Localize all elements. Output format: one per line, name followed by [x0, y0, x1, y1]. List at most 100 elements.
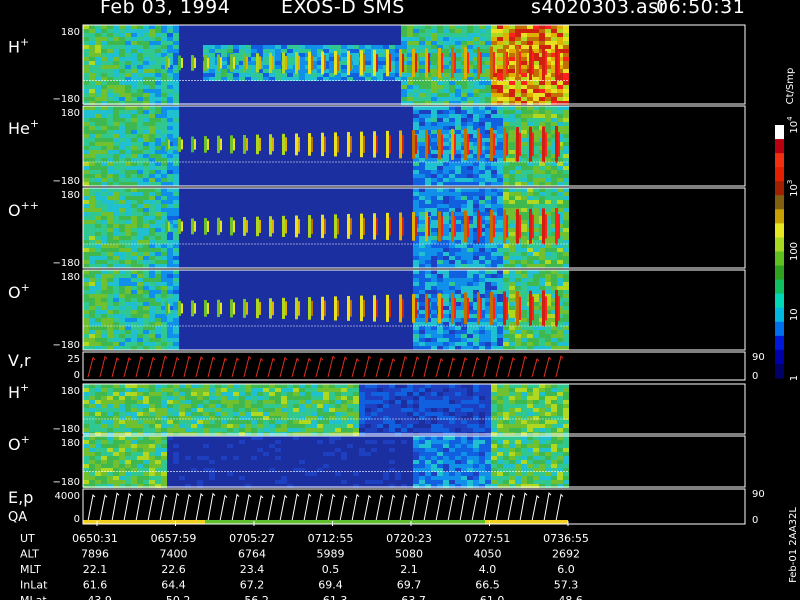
chart-canvas: H+180−180He+180−180O++180−180O+180−180V,…	[8, 24, 800, 600]
panel-0	[82, 24, 746, 105]
axis-row-mlat-value: −43.9	[78, 594, 112, 600]
axis-row-mlat-value: −48.6	[549, 594, 583, 600]
colorbar	[775, 125, 784, 379]
axis-row-alt-value: 5989	[317, 548, 345, 561]
panel-4-bg	[83, 352, 745, 380]
colorbar-swatch	[775, 265, 784, 281]
panel-5-label: H+	[8, 381, 29, 402]
panel-1	[82, 105, 746, 187]
panel-6-label: O+	[8, 433, 30, 454]
panel-4	[82, 351, 746, 381]
panel-label-sup: +	[20, 36, 29, 49]
panel-label-sup: +	[20, 381, 29, 394]
qa-bar-good	[205, 520, 485, 524]
colorbar-swatch	[775, 223, 784, 238]
panel-0-label: H+	[8, 36, 29, 57]
colorbar-tick-base: 10	[789, 121, 800, 134]
panel-7-rtick-bottom: 0	[752, 515, 758, 526]
colorbar-swatch	[775, 335, 784, 351]
axis-row-ut-value: 0657:59	[151, 532, 197, 545]
panel-6-ytick-top: 180	[61, 438, 80, 449]
axis-row-inlat-value: 67.2	[240, 579, 265, 592]
panel-label-base: O	[8, 283, 21, 302]
panel-label-base: O	[8, 201, 21, 220]
axis-row-mlt-value: 0.5	[322, 563, 340, 576]
colorbar-swatch	[775, 321, 784, 337]
axis-row-mlat-value: −61.3	[314, 594, 348, 600]
colorbar-label: Ct/Smp	[785, 68, 796, 105]
panel-label-sup: +	[21, 433, 30, 446]
axis-row-ut-label: UT	[20, 532, 35, 545]
footer-note: Feb-01 2AA32L	[788, 507, 799, 583]
axis-row-mlt-value: 2.1	[400, 563, 418, 576]
axis-row-ut-value: 0736:55	[543, 532, 589, 545]
axis-row-inlat-value: 64.4	[161, 579, 186, 592]
panel-7-bg	[83, 489, 745, 524]
panel-label-sup: +	[30, 117, 39, 130]
panel-2-ytick-bottom: −180	[53, 258, 80, 269]
colorbar-swatch	[775, 307, 784, 323]
colorbar-swatch	[775, 209, 784, 224]
axis-row-mlat-value: −56.2	[235, 594, 269, 600]
colorbar-swatch	[775, 363, 784, 379]
colorbar-tick-base: 10	[789, 308, 800, 321]
axis-row-mlat-value: −61.0	[471, 594, 505, 600]
axis-row-mlt-value: 4.0	[479, 563, 497, 576]
panel-label-base: He	[8, 119, 30, 138]
colorbar-tick-label: 100	[789, 242, 800, 261]
panel-6-ytick-bottom: −180	[53, 477, 80, 488]
panel-label-base: E,p	[8, 488, 33, 507]
axis-row-mlt-value: 23.4	[240, 563, 265, 576]
axis-row-alt-value: 2692	[552, 548, 580, 561]
panel-7	[82, 488, 746, 525]
colorbar-swatch	[775, 279, 784, 295]
axis-row-mlt-value: 6.0	[557, 563, 575, 576]
axis-row-mlat-value: −50.2	[157, 594, 191, 600]
panel-0-ytick-bottom: −180	[53, 94, 80, 105]
axis-row-mlt-value: 22.1	[83, 563, 108, 576]
panel-4-rtick-bottom: 0	[752, 371, 758, 382]
panel-1-ytick-bottom: −180	[53, 176, 80, 187]
colorbar-tick-label: 103	[786, 180, 800, 197]
panel-7-label2: QA	[8, 510, 27, 525]
panel-label-base: V,r	[8, 351, 31, 370]
axis-row-alt-label: ALT	[20, 548, 39, 561]
panel-5-ytick-bottom: −180	[53, 424, 80, 435]
axis-row-inlat-value: 61.6	[83, 579, 108, 592]
axis-row-alt-value: 5080	[395, 548, 423, 561]
axis-row-ut-value: 0720:23	[386, 532, 432, 545]
colorbar-swatch	[775, 167, 784, 182]
axis-row-inlat-value: 57.3	[554, 579, 579, 592]
axis-row-inlat-value: 69.7	[397, 579, 422, 592]
panel-6	[82, 435, 746, 488]
axis-row-alt-value: 7400	[160, 548, 188, 561]
axis-row-ut-value: 0712:55	[308, 532, 354, 545]
panel-7-label: E,p	[8, 488, 33, 507]
colorbar-tick-base: 10	[789, 184, 800, 197]
colorbar-tick-label: 10	[789, 308, 800, 321]
panel-0-ytick-top: 180	[61, 27, 80, 38]
colorbar-tick-sup: 4	[786, 116, 794, 121]
panel-3-ytick-bottom: −180	[53, 340, 80, 351]
axis-row-mlt-label: MLT	[20, 563, 41, 576]
panel-3-ytick-top: 180	[61, 272, 80, 283]
colorbar-swatch	[775, 251, 784, 267]
axis-row-ut-value: 0727:51	[465, 532, 511, 545]
panel-label-base: H	[8, 383, 20, 402]
panel-5-ytick-top: 180	[61, 386, 80, 397]
panel-4-label: V,r	[8, 351, 31, 370]
panel-7-ytick-top: 4000	[55, 491, 80, 502]
axis-row-ut-value: 0705:27	[229, 532, 275, 545]
panel-4-rtick-top: 90	[752, 352, 765, 363]
colorbar-swatch	[775, 293, 784, 309]
panel-2-label: O++	[8, 199, 39, 220]
panel-4-ytick-bottom: 0	[74, 370, 80, 381]
panel-4-ytick-top: 25	[67, 354, 80, 365]
panel-1-ytick-top: 180	[61, 108, 80, 119]
axis-row-inlat-value: 69.4	[318, 579, 343, 592]
colorbar-swatch	[775, 181, 784, 196]
colorbar-tick-base: 1	[789, 375, 800, 381]
panel-3	[82, 269, 746, 351]
panel-7-rtick-top: 90	[752, 489, 765, 500]
axis-row-ut-value: 0650:31	[72, 532, 118, 545]
